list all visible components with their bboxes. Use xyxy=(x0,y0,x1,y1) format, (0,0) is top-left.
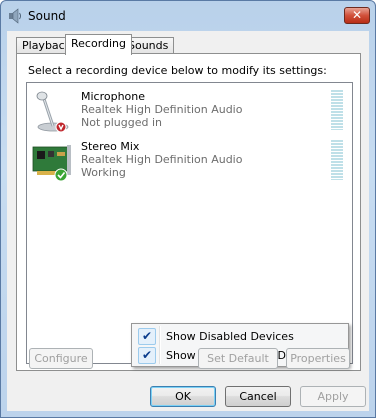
sound-card-icon xyxy=(31,139,75,183)
set-default-button[interactable]: Set Default xyxy=(198,348,278,369)
checkmark-icon: ✔ xyxy=(138,347,156,364)
title-bar[interactable]: Sound ✕ xyxy=(1,1,375,31)
close-icon: ✕ xyxy=(351,8,363,22)
configure-button[interactable]: Configure xyxy=(29,348,93,369)
device-name: Microphone xyxy=(81,90,146,103)
menu-item-label: Show Disabled Devices xyxy=(166,330,294,343)
microphone-icon xyxy=(31,89,75,133)
sound-dialog: Sound ✕ Playback Recording Sounds Select… xyxy=(0,0,376,418)
speaker-icon xyxy=(7,8,23,24)
device-item-stereo-mix[interactable]: Stereo Mix Realtek High Definition Audio… xyxy=(27,137,352,187)
instruction-text: Select a recording device below to modif… xyxy=(28,64,327,77)
apply-button[interactable]: Apply xyxy=(300,386,366,407)
device-status: Working xyxy=(81,166,126,179)
recording-tab-panel: Select a recording device below to modif… xyxy=(16,53,361,371)
level-meter xyxy=(331,140,343,180)
ok-button[interactable]: OK xyxy=(150,386,216,407)
properties-button[interactable]: Properties xyxy=(286,348,350,369)
device-list[interactable]: Microphone Realtek High Definition Audio… xyxy=(26,82,353,367)
close-button[interactable]: ✕ xyxy=(344,7,370,24)
device-item-microphone[interactable]: Microphone Realtek High Definition Audio… xyxy=(27,87,352,137)
menu-item-show-disabled-devices[interactable]: ✔ Show Disabled Devices xyxy=(134,327,346,346)
cancel-button[interactable]: Cancel xyxy=(225,386,291,407)
device-status: Not plugged in xyxy=(81,116,163,129)
dialog-client-area: Playback Recording Sounds Select a recor… xyxy=(7,31,369,411)
window-title: Sound xyxy=(28,9,66,23)
device-name: Stereo Mix xyxy=(81,140,140,153)
level-meter xyxy=(331,90,343,130)
device-description: Realtek High Definition Audio xyxy=(81,153,243,166)
device-description: Realtek High Definition Audio xyxy=(81,103,243,116)
checkmark-icon: ✔ xyxy=(138,328,156,345)
tab-recording[interactable]: Recording xyxy=(65,34,133,55)
